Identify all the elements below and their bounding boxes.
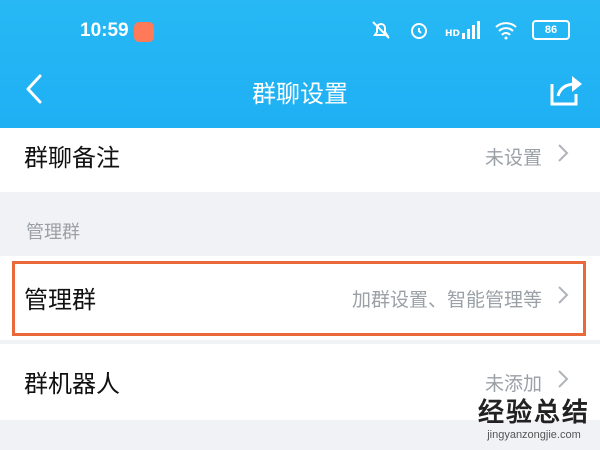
chevron-right-icon: [558, 370, 569, 388]
network-type: HD: [444, 29, 460, 39]
group-robot-label: 群机器人: [24, 370, 120, 398]
watermark-url: jingyanzongjie.com: [487, 429, 581, 441]
signal-icon: HD: [445, 21, 480, 39]
section-header-manage: 管理群: [26, 222, 80, 243]
wifi-icon: [495, 22, 517, 40]
mute-icon: [372, 21, 390, 39]
battery-icon: 86: [532, 20, 570, 40]
group-remark-label: 群聊备注: [24, 144, 120, 172]
status-icons: HD 86: [369, 18, 570, 42]
alarm-icon: [410, 23, 427, 39]
top-bar: 10:59 HD 86 群聊设置: [0, 0, 600, 128]
chevron-right-icon: [558, 144, 569, 162]
share-button[interactable]: [544, 70, 584, 110]
watermark: 经验总结 jingyanzongjie.com: [478, 392, 590, 441]
watermark-title: 经验总结: [477, 398, 590, 428]
group-remark-value: 未设置: [484, 147, 542, 169]
group-remark-row[interactable]: 群聊备注 未设置: [0, 128, 600, 192]
page-title: 群聊设置: [252, 80, 348, 108]
app-notification-icon: [134, 22, 154, 42]
status-time: 10:59: [80, 20, 129, 41]
highlight-frame: [12, 261, 586, 336]
